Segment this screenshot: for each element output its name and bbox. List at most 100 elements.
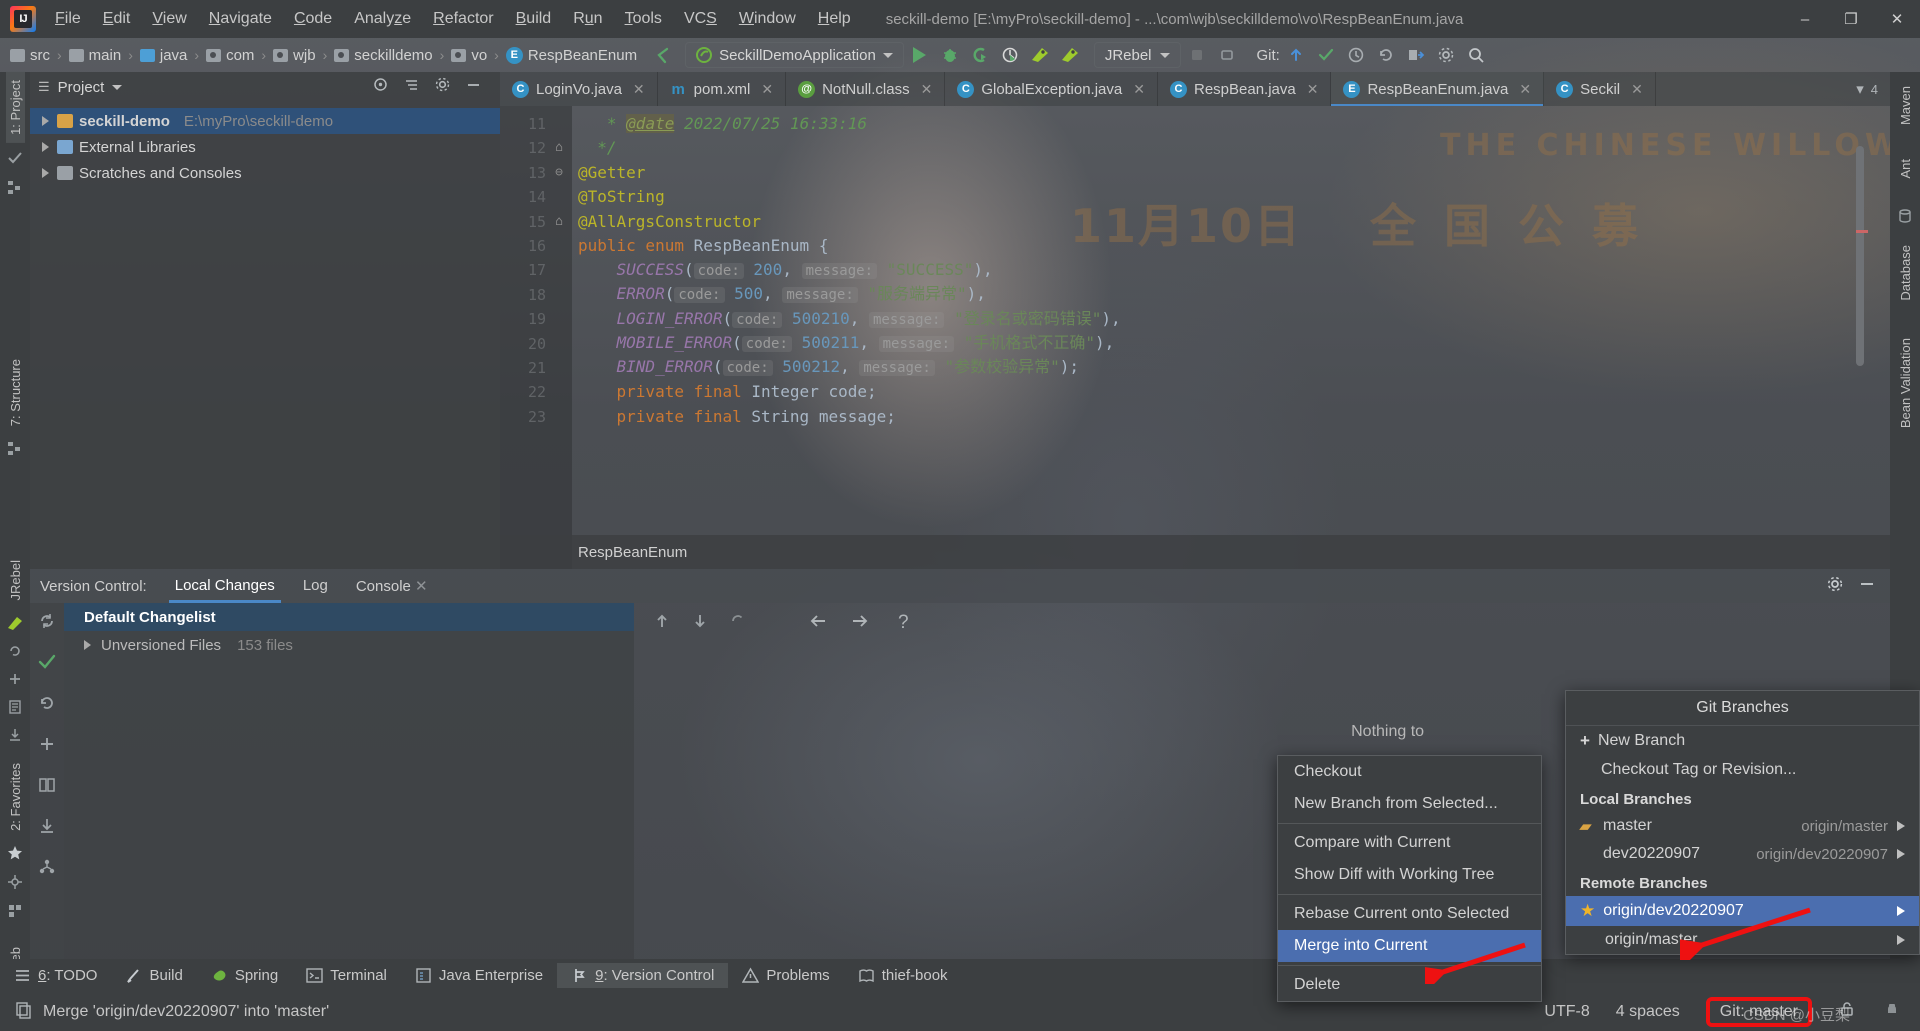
inspector-icon[interactable]	[1882, 1000, 1902, 1023]
download-strip-icon[interactable]	[4, 727, 26, 743]
search-everywhere-icon[interactable]	[1462, 42, 1490, 68]
undo-strip-icon[interactable]	[4, 643, 26, 659]
commit-strip-icon[interactable]	[4, 149, 26, 167]
gear-icon[interactable]	[1826, 575, 1844, 598]
sidebar-item-ant[interactable]: Ant	[1896, 151, 1915, 187]
close-icon[interactable]: ✕	[633, 81, 645, 98]
close-icon[interactable]: ✕	[921, 81, 933, 98]
status-encoding[interactable]: UTF-8	[1544, 1003, 1589, 1021]
context-menu-item-delete[interactable]: Delete	[1278, 969, 1541, 1001]
bottom-tab-6-todo[interactable]: 6: TODO	[0, 963, 111, 988]
sidebar-item-database[interactable]: Database	[1896, 237, 1915, 309]
line-number[interactable]: 17	[500, 258, 546, 282]
debug-icon[interactable]	[936, 42, 964, 68]
close-icon[interactable]: ✕	[1307, 81, 1319, 98]
settings-icon[interactable]	[1432, 42, 1460, 68]
context-menu-item-checkout[interactable]: Checkout	[1278, 756, 1541, 788]
jrebel-selector[interactable]: JRebel	[1093, 42, 1181, 68]
project-settings-icon[interactable]	[434, 76, 451, 98]
favorites-star-icon[interactable]	[4, 845, 26, 861]
stop-icon[interactable]	[1183, 42, 1211, 68]
local-branch-item-master[interactable]: ▰ master origin/master	[1566, 812, 1919, 840]
refresh-icon[interactable]	[37, 611, 57, 636]
bottom-tab-terminal[interactable]: Terminal	[292, 963, 401, 988]
editor-tab-respbeanenum-java[interactable]: E RespBeanEnum.java ✕	[1331, 72, 1545, 106]
sidebar-item-project[interactable]: 1: Project	[5, 72, 25, 143]
expand-arrow-icon[interactable]	[42, 142, 49, 152]
add-changelist-icon[interactable]	[37, 734, 57, 759]
project-tree-node[interactable]: External Libraries	[30, 134, 500, 160]
next-difference-icon[interactable]	[848, 611, 870, 636]
breadcrumb-item-vo[interactable]: vo	[447, 45, 491, 66]
sidebar-item-structure[interactable]: 7: Structure	[6, 351, 25, 434]
locate-file-icon[interactable]	[372, 76, 389, 98]
chevron-right-icon[interactable]	[1897, 935, 1905, 945]
structure-strip-icon[interactable]	[4, 179, 26, 195]
run-configuration-selector[interactable]: SeckillDemoApplication	[685, 42, 904, 68]
expand-arrow-icon[interactable]	[84, 640, 91, 650]
help-icon[interactable]: ?	[888, 612, 909, 634]
unversioned-files-row[interactable]: Unversioned Files 153 files	[64, 631, 634, 659]
context-menu-item-merge-into-current[interactable]: Merge into Current	[1278, 930, 1541, 962]
line-number[interactable]: 16	[500, 234, 546, 258]
sidebar-item-bean-validation[interactable]: Bean Validation	[1896, 330, 1915, 436]
source-code[interactable]: 11 * @date 2022/07/25 16:33:16 12 ⌂ */13 ⊖ @…	[500, 106, 1890, 569]
run-with-coverage-icon[interactable]	[966, 42, 994, 68]
history-icon[interactable]	[1342, 42, 1370, 68]
previous-difference-icon[interactable]	[808, 611, 830, 636]
changelist-tree[interactable]: Default Changelist Unversioned Files 153 f…	[64, 603, 634, 959]
editor-tab-respbean-java[interactable]: C RespBean.java ✕	[1158, 72, 1332, 106]
menu-item-view[interactable]: View	[141, 7, 197, 31]
bottom-tab-build[interactable]: Build	[111, 963, 196, 988]
local-branch-item-dev20220907[interactable]: dev20220907 origin/dev20220907	[1566, 840, 1919, 868]
bottom-tab-thief-book[interactable]: thief-book	[844, 963, 962, 988]
collapse-all-icon[interactable]	[403, 76, 420, 98]
line-number[interactable]: 13	[500, 161, 546, 185]
expand-arrow-icon[interactable]	[42, 116, 49, 126]
chevron-down-icon[interactable]	[112, 84, 123, 90]
close-icon[interactable]: ✕	[1519, 81, 1531, 98]
project-tree-node[interactable]: Scratches and Consoles	[30, 160, 500, 186]
line-number[interactable]: 22	[500, 380, 546, 404]
move-up-icon[interactable]	[652, 611, 672, 636]
rollback-icon[interactable]	[37, 693, 57, 718]
chevron-right-icon[interactable]	[1897, 821, 1905, 831]
close-icon[interactable]: ✕	[1133, 81, 1145, 98]
select-opened-file-icon[interactable]	[1402, 42, 1430, 68]
show-diff-icon[interactable]	[37, 775, 57, 800]
minimize-icon[interactable]	[1858, 575, 1876, 598]
remote-branch-item-origin-master[interactable]: origin/master	[1566, 926, 1919, 954]
close-icon[interactable]: ✕	[761, 81, 773, 98]
context-menu-item-rebase-current-onto-selected[interactable]: Rebase Current onto Selected	[1278, 898, 1541, 930]
menu-item-edit[interactable]: Edit	[92, 7, 142, 31]
sidebar-item-favorites[interactable]: 2: Favorites	[6, 755, 25, 839]
checkout-tag-item[interactable]: Checkout Tag or Revision...	[1566, 756, 1919, 784]
tab-list-button[interactable]: ▾ 4	[1844, 72, 1890, 106]
line-number[interactable]: 15	[500, 210, 546, 234]
ant-strip-icon[interactable]	[4, 873, 26, 891]
copy-status-icon[interactable]	[14, 1000, 33, 1024]
vc-tab-local-changes[interactable]: Local Changes	[161, 570, 289, 603]
editor-tab-pom-xml[interactable]: m pom.xml ✕	[658, 72, 787, 106]
hide-panel-icon[interactable]	[465, 76, 482, 98]
error-stripe-marker[interactable]	[1856, 230, 1868, 233]
menu-item-navigate[interactable]: Navigate	[198, 7, 283, 31]
line-number[interactable]: 19	[500, 307, 546, 331]
minimize-button[interactable]: –	[1782, 0, 1828, 38]
breadcrumb-item-seckilldemo[interactable]: seckilldemo	[330, 45, 436, 66]
code-fold-marker[interactable]: ⊖	[546, 161, 572, 185]
breadcrumb-item-java[interactable]: java	[136, 45, 192, 66]
editor-tab-globalexception-java[interactable]: C GlobalException.java ✕	[945, 72, 1158, 106]
add-strip-icon[interactable]	[4, 671, 26, 687]
line-number[interactable]: 23	[500, 405, 546, 429]
rollback-icon[interactable]	[1372, 42, 1400, 68]
vc-tab-log[interactable]: Log	[289, 570, 342, 603]
jrebel-strip-icon[interactable]	[4, 615, 26, 631]
code-fold-marker[interactable]: ⌂	[546, 210, 572, 234]
editor-tab-notnull-class[interactable]: @ NotNull.class ✕	[786, 72, 946, 106]
context-menu-item-new-branch-from-selected[interactable]: New Branch from Selected...	[1278, 788, 1541, 820]
editor-scrollbar[interactable]	[1856, 146, 1864, 366]
line-number[interactable]: 14	[500, 185, 546, 209]
jrebel-debug-icon[interactable]	[1056, 42, 1084, 68]
bookmarks-strip-icon[interactable]	[4, 440, 26, 456]
